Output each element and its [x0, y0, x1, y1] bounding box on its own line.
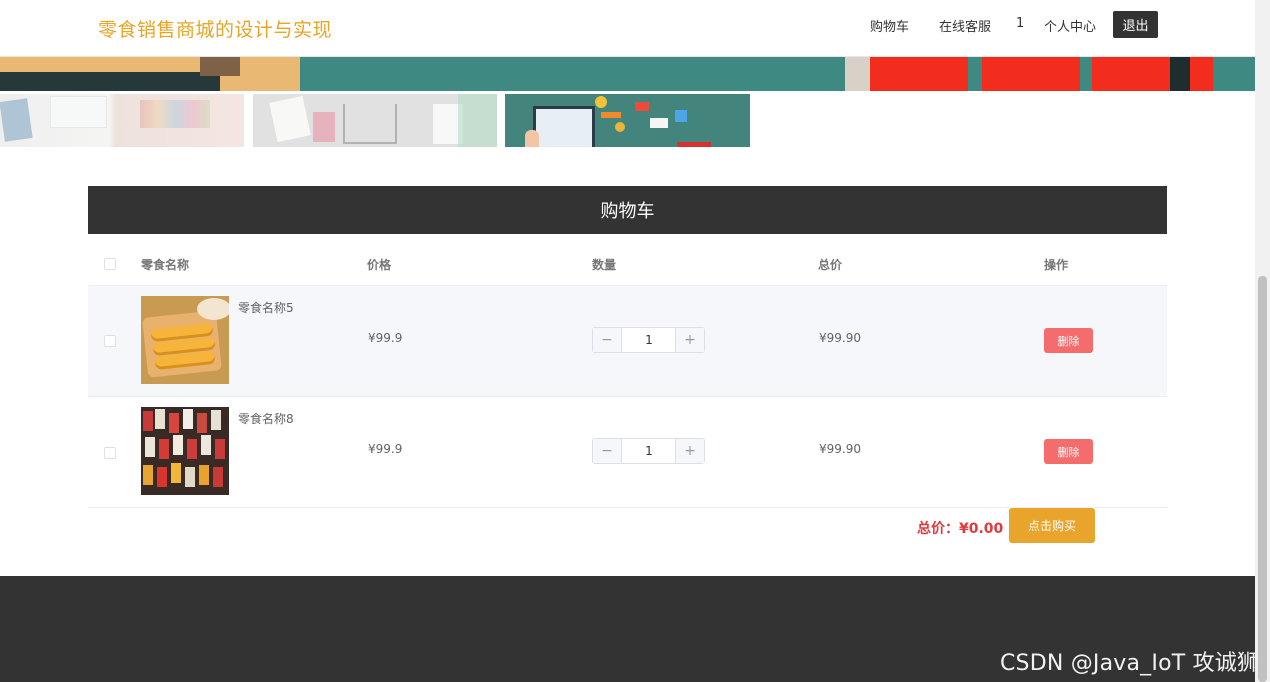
cart-panel: 购物车 零食名称 价格 数量 总价 操作 零食名称5 ¥99.9 − 1 + ¥… [88, 186, 1167, 568]
banner-image-segment [870, 56, 1213, 91]
product-name[interactable]: 零食名称8 [238, 410, 294, 427]
cart-table-header: 零食名称 价格 数量 总价 操作 [88, 234, 1167, 286]
plus-icon: + [684, 332, 696, 348]
row-select-checkbox[interactable] [104, 447, 116, 459]
increase-quantity-button[interactable]: + [675, 328, 704, 352]
total-label-text: 总价： [917, 521, 959, 537]
row-subtotal: ¥99.90 [819, 442, 861, 456]
row-subtotal: ¥99.90 [819, 331, 861, 345]
watermark: CSDN @Java_IoT 攻诚狮 [1000, 651, 1260, 676]
increase-quantity-button[interactable]: + [675, 439, 704, 463]
carousel-thumbnail-2[interactable] [253, 94, 497, 147]
minus-icon: − [601, 443, 613, 459]
quantity-input[interactable]: 1 [622, 439, 676, 463]
product-price: ¥99.9 [368, 442, 403, 456]
nav-user-id: 1 [1016, 16, 1025, 31]
carousel-banner[interactable] [0, 56, 1255, 91]
cart-row: 零食名称5 ¥99.9 − 1 + ¥99.90 删除 [88, 286, 1167, 397]
delete-button[interactable]: 删除 [1044, 439, 1093, 464]
cart-table: 零食名称 价格 数量 总价 操作 零食名称5 ¥99.9 − 1 + ¥99.9… [88, 234, 1167, 568]
site-title[interactable]: 零食销售商城的设计与实现 [98, 15, 332, 42]
scrollbar-thumb[interactable] [1258, 276, 1267, 682]
carousel-thumbnail-3-active[interactable] [505, 94, 750, 147]
logout-button[interactable]: 退出 [1113, 11, 1158, 38]
total-value: ¥0.00 [959, 521, 1004, 537]
total-label: 总价：¥0.00 [917, 518, 1003, 538]
top-header: 零食销售商城的设计与实现 购物车 在线客服 1 个人中心 退出 [0, 0, 1255, 57]
quantity-input[interactable]: 1 [622, 328, 676, 352]
column-header-total: 总价 [818, 258, 843, 272]
decrease-quantity-button[interactable]: − [593, 328, 622, 352]
quantity-stepper: − 1 + [592, 327, 705, 353]
carousel-thumbnail-1[interactable] [0, 94, 244, 147]
plus-icon: + [684, 443, 696, 459]
cart-total-bar: 总价：¥0.00 点击购买 [88, 508, 1167, 568]
product-price: ¥99.9 [368, 331, 403, 345]
nav-profile-link[interactable]: 个人中心 [1044, 16, 1096, 35]
page-scrollbar[interactable] [1255, 0, 1270, 682]
product-image [141, 407, 229, 495]
cart-title: 购物车 [88, 186, 1167, 234]
column-header-action: 操作 [1044, 258, 1069, 272]
delete-button[interactable]: 删除 [1044, 328, 1093, 353]
column-header-name: 零食名称 [141, 258, 190, 272]
column-header-quantity: 数量 [592, 258, 617, 272]
column-header-price: 价格 [367, 258, 392, 272]
banner-image-segment [0, 56, 300, 91]
cart-row: 零食名称8 ¥99.9 − 1 + ¥99.90 删除 [88, 397, 1167, 508]
nav-customer-service-link[interactable]: 在线客服 [939, 16, 991, 35]
minus-icon: − [601, 332, 613, 348]
buy-button[interactable]: 点击购买 [1009, 508, 1095, 543]
select-all-checkbox[interactable] [104, 258, 116, 270]
product-image [141, 296, 229, 384]
quantity-stepper: − 1 + [592, 438, 705, 464]
row-select-checkbox[interactable] [104, 335, 116, 347]
nav-cart-link[interactable]: 购物车 [870, 16, 909, 35]
product-name[interactable]: 零食名称5 [238, 299, 294, 316]
decrease-quantity-button[interactable]: − [593, 439, 622, 463]
